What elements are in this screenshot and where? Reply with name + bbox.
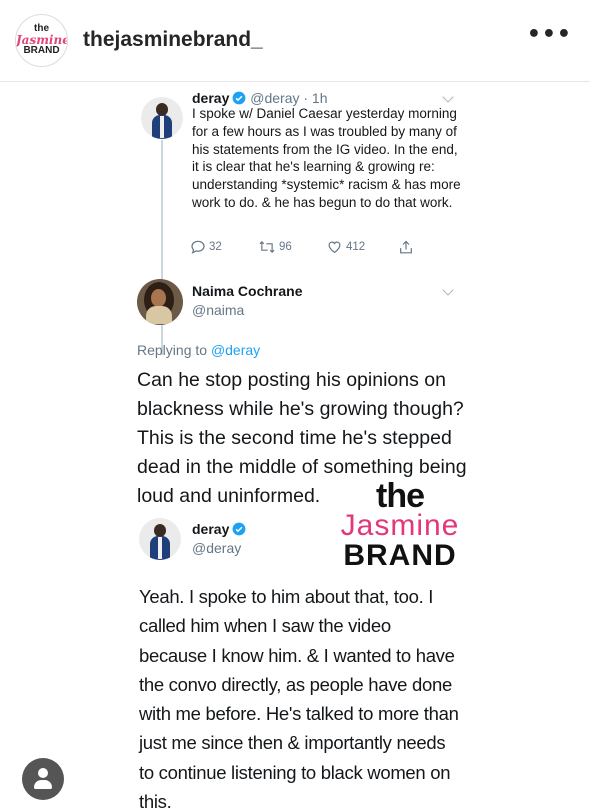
naima-avatar[interactable]	[137, 279, 183, 325]
like-count: 412	[346, 241, 366, 253]
replying-prefix: Replying to	[137, 342, 208, 358]
profile-avatar[interactable]: the Jasmine BRAND	[15, 14, 68, 67]
post-image: deray @deray · 1h I spoke w/ Daniel Caes…	[0, 83, 590, 808]
reply-icon	[191, 240, 205, 254]
tweet3-handle: @deray	[192, 540, 242, 556]
retweet-button[interactable]: 96	[258, 239, 292, 255]
verified-icon	[232, 91, 246, 105]
tweet1-handle: @deray · 1h	[250, 90, 328, 106]
profile-username[interactable]: thejasminebrand_	[83, 28, 263, 52]
tweet2-name[interactable]: Naima Cochrane	[192, 283, 302, 299]
brand-watermark: the Jasmine BRAND	[320, 477, 480, 572]
tweet3-author: deray	[192, 521, 246, 537]
tweet1-name[interactable]: deray	[192, 90, 229, 106]
replying-mention-link[interactable]: @deray	[211, 342, 260, 358]
tweet1-author: deray @deray · 1h	[192, 90, 328, 106]
reply-button[interactable]: 32	[190, 239, 222, 255]
replying-to-line: Replying to @deray	[137, 342, 260, 358]
chevron-down-icon[interactable]	[442, 91, 454, 103]
like-button[interactable]: 412	[326, 239, 365, 255]
instagram-post-header: the Jasmine BRAND thejasminebrand_ •••	[0, 0, 590, 82]
tweet1-text: I spoke w/ Daniel Caesar yesterday morni…	[192, 106, 461, 210]
tweet3-name[interactable]: deray	[192, 521, 229, 537]
tweet1-actions: 32 96 412	[190, 239, 430, 259]
more-icon[interactable]: •••	[527, 22, 572, 47]
tweet2-author: Naima Cochrane	[192, 283, 302, 299]
user-icon[interactable]	[22, 758, 64, 800]
deray-avatar[interactable]	[141, 97, 183, 139]
watermark-the: the	[376, 477, 425, 515]
share-icon	[400, 240, 412, 254]
verified-icon	[232, 522, 246, 536]
watermark-brand: BRAND	[343, 539, 457, 572]
chevron-down-icon[interactable]	[442, 284, 454, 296]
like-icon	[328, 241, 341, 254]
watermark-jasmine: Jasmine	[340, 509, 460, 542]
tweet3-text: Yeah. I spoke to him about that, too. I …	[139, 586, 459, 808]
retweet-count: 96	[279, 241, 292, 253]
deray-avatar[interactable]	[139, 518, 181, 560]
share-button[interactable]	[398, 239, 414, 256]
retweet-icon	[259, 241, 275, 253]
tweet2-handle: @naima	[192, 302, 245, 318]
logo-line-brand: BRAND	[23, 45, 60, 56]
reply-count: 32	[209, 241, 222, 253]
